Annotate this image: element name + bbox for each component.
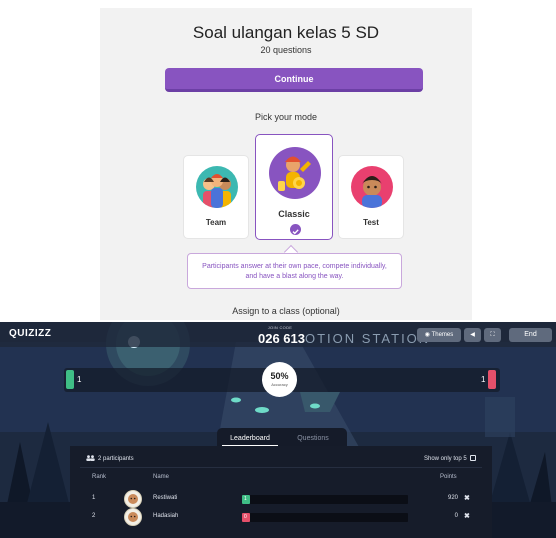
row-rank: 2 bbox=[92, 513, 96, 519]
column-header-rank: Rank bbox=[92, 474, 107, 480]
checkbox-icon bbox=[469, 455, 476, 461]
mode-label-classic: Classic bbox=[278, 209, 310, 219]
table-row[interactable]: 2 Hadasiah 0 0 ✖ bbox=[80, 508, 482, 526]
row-name: Restiwati bbox=[153, 495, 178, 501]
score-bar: 0 bbox=[242, 513, 408, 522]
correct-answers-count: 1 bbox=[244, 496, 247, 502]
avatar bbox=[124, 508, 142, 526]
mode-description: Participants answer at their own pace, c… bbox=[187, 253, 402, 289]
row-rank: 1 bbox=[92, 495, 96, 501]
assign-optional-label: (optional) bbox=[302, 306, 340, 316]
fullscreen-button[interactable]: ⛶ bbox=[484, 328, 501, 342]
quizizz-logo: QUIZIZZ bbox=[9, 328, 52, 339]
quiz-title: Soal ulangan kelas 5 SD bbox=[192, 23, 380, 42]
incorrect-marker bbox=[488, 370, 496, 389]
tab-leaderboard[interactable]: Leaderboard bbox=[222, 431, 278, 447]
accuracy-value: 50% bbox=[270, 371, 289, 381]
mode-card-team[interactable]: Team bbox=[183, 155, 249, 239]
assign-label: Assign to a class bbox=[232, 306, 300, 316]
leaderboard-table: 2 participants Show only top 5 Rank Name… bbox=[70, 446, 492, 538]
join-code-label: JOIN CODE bbox=[267, 325, 293, 330]
mode-heading: Pick your mode bbox=[254, 112, 318, 122]
participants-icon bbox=[86, 455, 95, 461]
sound-button[interactable]: ◀ bbox=[464, 328, 481, 342]
classic-illustration-icon bbox=[269, 147, 321, 199]
question-count: 20 questions bbox=[260, 45, 312, 55]
tab-questions[interactable]: Questions bbox=[285, 431, 341, 447]
incorrect-count: 1 bbox=[481, 375, 486, 384]
themes-button-label: Themes bbox=[431, 332, 454, 338]
live-game-panel: QUIZIZZ JOIN CODE 026 613 OTION STATION … bbox=[0, 322, 556, 538]
join-code: 026 613 bbox=[258, 331, 305, 346]
mode-card-test[interactable]: Test bbox=[338, 155, 404, 239]
score-bar: 1 bbox=[242, 495, 408, 504]
accuracy-label: Accuracy bbox=[271, 382, 288, 387]
expand-icon: ⛶ bbox=[490, 332, 495, 338]
table-row[interactable]: 1 Restiwati 1 920 ✖ bbox=[80, 490, 482, 508]
row-points: 920 bbox=[447, 495, 458, 501]
end-button[interactable]: End bbox=[509, 328, 552, 342]
remove-player-icon[interactable]: ✖ bbox=[464, 512, 470, 520]
themes-button[interactable]: ◉ Themes bbox=[417, 328, 461, 342]
avatar bbox=[124, 490, 142, 508]
correct-count: 1 bbox=[77, 375, 82, 384]
assign-class-link[interactable]: Assign to a class (optional) bbox=[100, 306, 472, 316]
header-divider bbox=[80, 467, 482, 468]
speaker-icon: ◀ bbox=[470, 332, 475, 338]
correct-answers-count: 0 bbox=[244, 514, 247, 520]
mode-label-team: Team bbox=[205, 218, 227, 227]
top5-checkbox[interactable]: Show only top 5 bbox=[424, 455, 476, 462]
correct-marker bbox=[66, 370, 74, 389]
row-points: 0 bbox=[454, 513, 458, 519]
continue-button[interactable]: Continue bbox=[165, 68, 423, 92]
mode-card-classic[interactable]: Classic bbox=[255, 134, 333, 240]
top5-label: Show only top 5 bbox=[424, 456, 467, 462]
participants-count: 2 participants bbox=[86, 455, 134, 462]
row-name: Hadasiah bbox=[153, 513, 179, 519]
accuracy-badge: 50% Accuracy bbox=[262, 362, 297, 397]
selected-check-icon bbox=[290, 224, 301, 235]
palette-icon: ◉ bbox=[424, 332, 430, 338]
mode-label-test: Test bbox=[363, 218, 379, 227]
participants-label: 2 participants bbox=[98, 456, 134, 462]
team-illustration-icon bbox=[196, 166, 238, 208]
mode-picker-panel: Soal ulangan kelas 5 SD 20 questions Con… bbox=[100, 8, 472, 320]
theme-title: OTION STATION bbox=[305, 331, 431, 346]
test-illustration-icon bbox=[351, 166, 393, 208]
remove-player-icon[interactable]: ✖ bbox=[464, 494, 470, 502]
column-header-name: Name bbox=[153, 474, 170, 480]
column-header-points: Points bbox=[440, 474, 457, 480]
